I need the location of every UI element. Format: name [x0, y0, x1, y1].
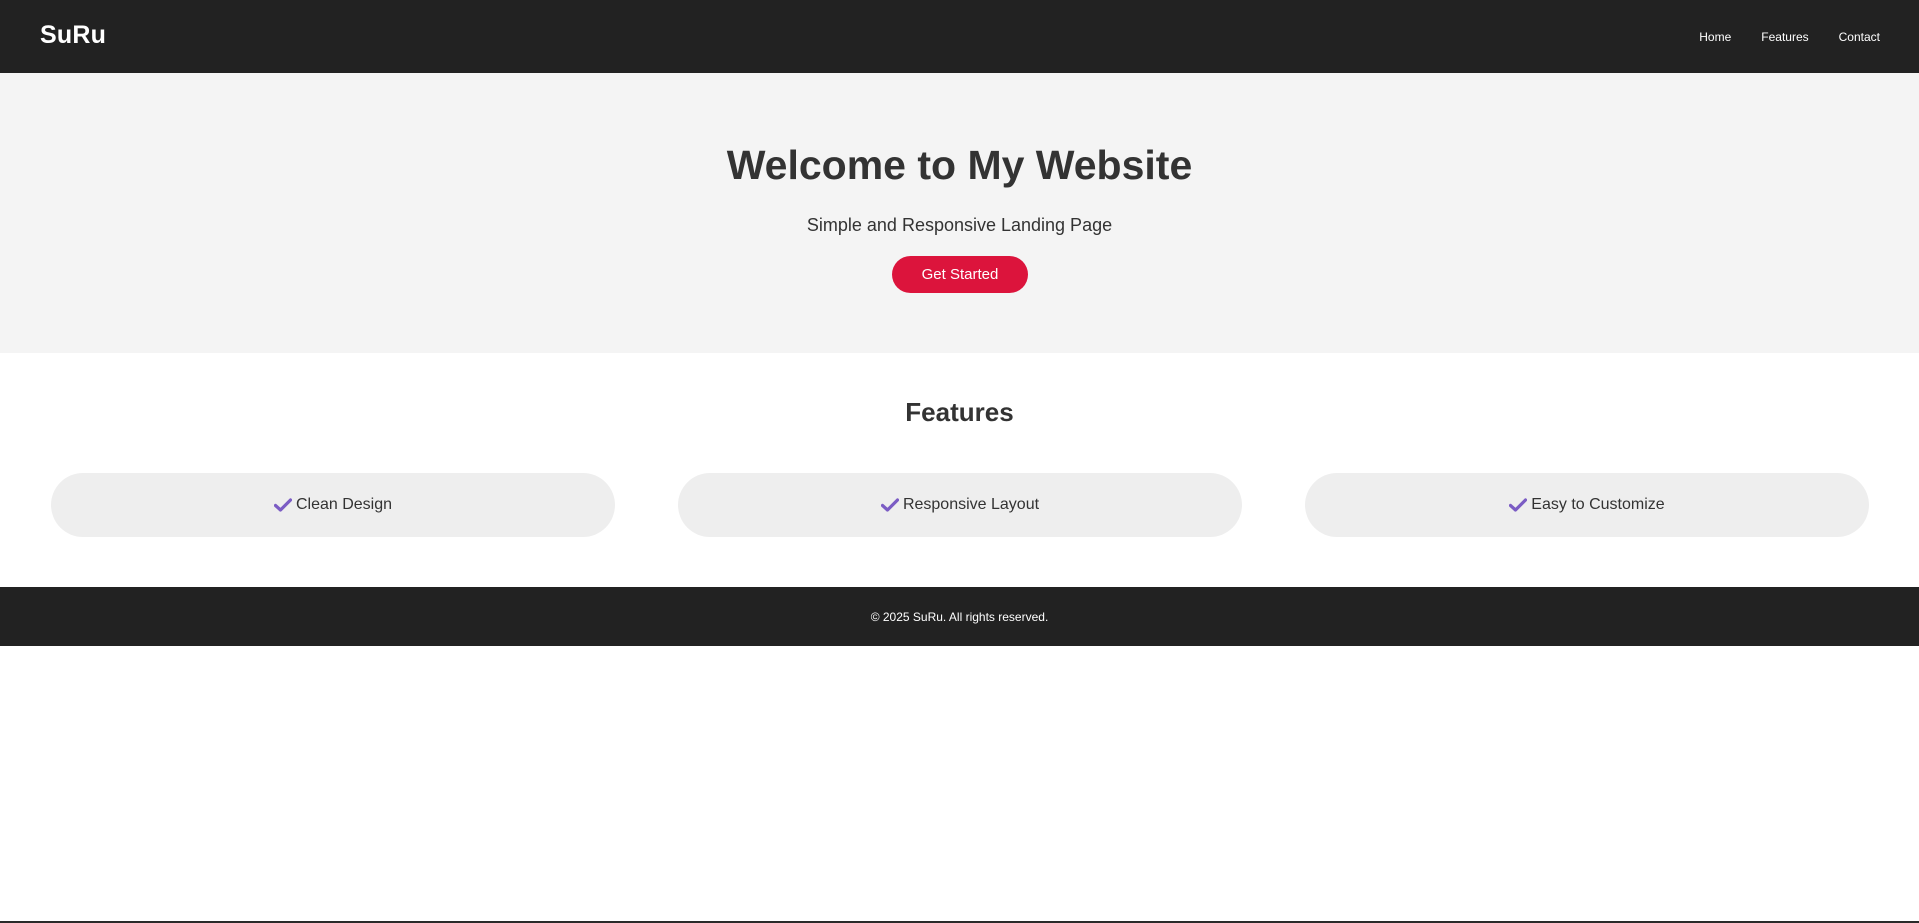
- feature-card-easy-to-customize: Easy to Customize: [1305, 473, 1869, 537]
- hero-title: Welcome to My Website: [726, 142, 1193, 188]
- main-nav: Home Features Contact: [1699, 31, 1880, 43]
- features-title: Features: [905, 397, 1014, 427]
- features-section: Features Clean Design Responsive Layout …: [0, 353, 1919, 587]
- nav-link-contact[interactable]: Contact: [1839, 31, 1880, 43]
- feature-card-responsive-layout: Responsive Layout: [678, 473, 1242, 537]
- site-header: SuRu Home Features Contact: [0, 0, 1919, 73]
- footer-copyright: © 2025 SuRu. All rights reserved.: [870, 609, 1049, 624]
- feature-label: Easy to Customize: [1531, 496, 1665, 513]
- hero-subtitle: Simple and Responsive Landing Page: [806, 215, 1113, 235]
- feature-card-clean-design: Clean Design: [51, 473, 615, 537]
- site-footer: © 2025 SuRu. All rights reserved.: [0, 587, 1919, 646]
- feature-label: Responsive Layout: [902, 496, 1040, 513]
- nav-link-features[interactable]: Features: [1761, 31, 1808, 43]
- check-icon: [880, 496, 899, 514]
- hero-section: Welcome to My Website Simple and Respons…: [0, 73, 1919, 353]
- check-icon: [273, 496, 292, 514]
- feature-label: Clean Design: [295, 496, 393, 513]
- nav-link-home[interactable]: Home: [1699, 31, 1731, 43]
- check-icon: [1509, 496, 1528, 514]
- logo[interactable]: SuRu: [40, 23, 106, 48]
- get-started-button[interactable]: Get Started: [892, 256, 1028, 293]
